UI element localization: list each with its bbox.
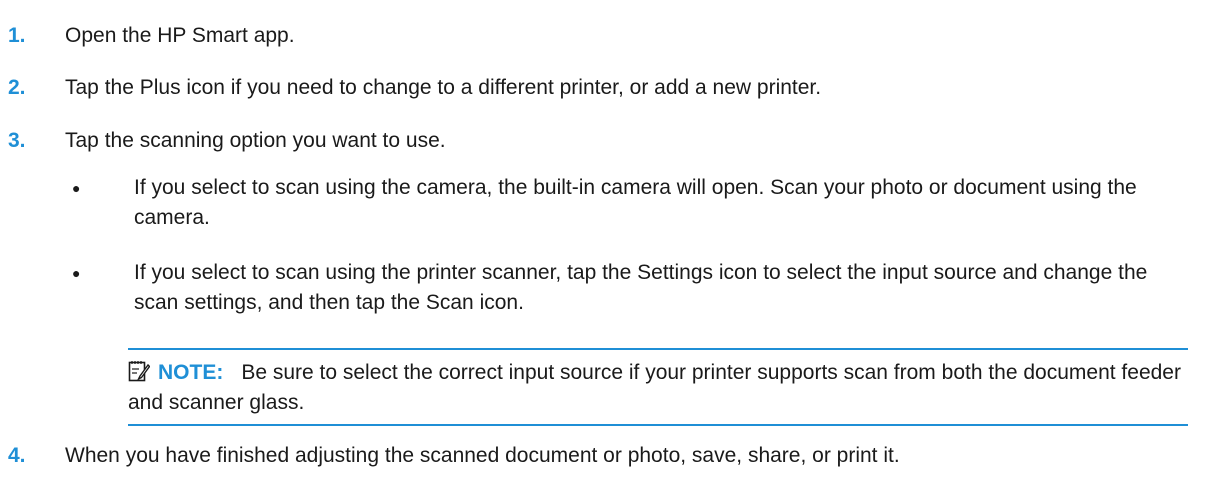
step-number: 1. xyxy=(8,24,26,47)
step-text: When you have finished adjusting the sca… xyxy=(65,444,900,467)
step-2: 2. Tap the Plus icon if you need to chan… xyxy=(0,74,821,102)
note-label: NOTE: xyxy=(158,361,224,384)
bullet-text: If you select to scan using the camera, … xyxy=(134,176,1137,229)
note-box: NOTE: Be sure to select the correct input… xyxy=(128,348,1188,426)
bullet-icon: ● xyxy=(72,180,81,196)
bullet-printer-scan: ● If you select to scan using the printe… xyxy=(68,258,1188,318)
note-text: Be sure to select the correct input sour… xyxy=(128,361,1181,414)
bullet-icon: ● xyxy=(72,265,81,281)
step-text: Open the HP Smart app. xyxy=(65,24,295,47)
bullet-text: If you select to scan using the printer … xyxy=(134,261,1148,314)
step-number: 3. xyxy=(8,129,26,152)
step-3: 3. Tap the scanning option you want to u… xyxy=(0,127,446,155)
step-text: Tap the Plus icon if you need to change … xyxy=(65,76,822,99)
step-1: 1. Open the HP Smart app. xyxy=(0,22,295,50)
step-number: 4. xyxy=(8,444,26,467)
step-4: 4. When you have finished adjusting the … xyxy=(0,442,900,470)
step-text: Tap the scanning option you want to use. xyxy=(65,129,446,152)
note-pencil-icon xyxy=(128,359,151,383)
bullet-camera-scan: ● If you select to scan using the camera… xyxy=(68,173,1188,233)
step-number: 2. xyxy=(8,76,26,99)
